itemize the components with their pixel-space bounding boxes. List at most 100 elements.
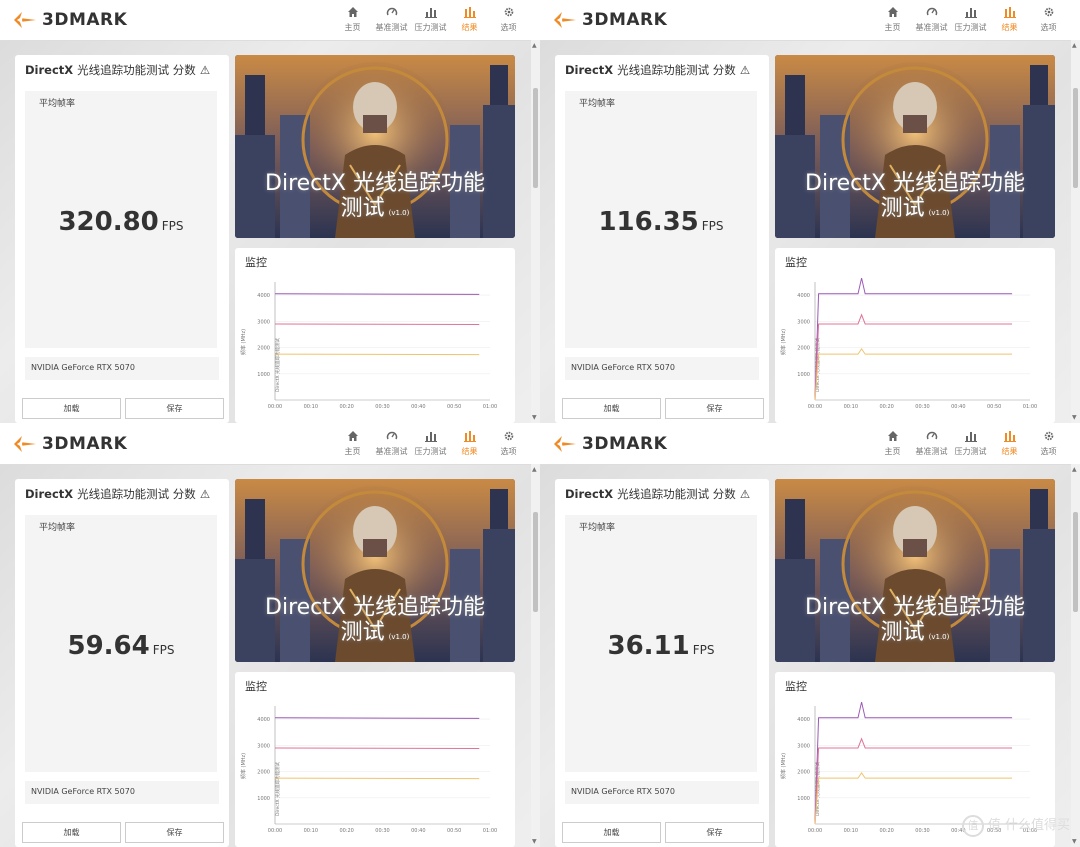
nav-item-home[interactable]: 主页 <box>873 4 912 33</box>
series-line <box>814 701 1013 825</box>
nav-label: 基准测试 <box>915 447 948 456</box>
logo-text: 3DMARK <box>42 10 128 30</box>
nav-item-results-bars[interactable]: 结果 <box>990 4 1029 33</box>
avg-fps-label: 平均帧率 <box>39 99 76 109</box>
nav-label: 压力测试 <box>414 23 447 32</box>
scrollbar[interactable]: ▲ ▼ <box>1071 40 1080 423</box>
save-button[interactable]: 保存 <box>125 398 224 419</box>
scroll-thumb[interactable] <box>1073 88 1078 188</box>
scroll-up-icon[interactable]: ▲ <box>1072 42 1077 49</box>
scroll-down-icon[interactable]: ▼ <box>1072 414 1077 421</box>
scroll-down-icon[interactable]: ▼ <box>532 414 537 421</box>
nav-item-stress-bars[interactable]: 压力测试 <box>951 428 990 457</box>
nav-label: 压力测试 <box>954 23 987 32</box>
nav-item-results-bars[interactable]: 结果 <box>990 428 1029 457</box>
save-button[interactable]: 保存 <box>665 398 764 419</box>
scroll-down-icon[interactable]: ▼ <box>1072 838 1077 845</box>
nav-item-home[interactable]: 主页 <box>873 428 912 457</box>
fps-unit: FPS <box>161 219 184 233</box>
load-button[interactable]: 加载 <box>562 822 661 843</box>
x-tick: 00:40 <box>951 404 965 410</box>
scroll-up-icon[interactable]: ▲ <box>532 42 537 49</box>
nav-item-stress-bars[interactable]: 压力测试 <box>951 4 990 33</box>
series-line <box>274 353 480 356</box>
scroll-up-icon[interactable]: ▲ <box>1072 466 1077 473</box>
monitor-card: 监控 1000 2000 3000 4000 00:00 00:10 00:20 00:30 00… <box>235 672 515 847</box>
nav-item-home[interactable]: 主页 <box>333 4 372 33</box>
nav-item-gauge[interactable]: 基准测试 <box>372 4 411 33</box>
nav-item-gear[interactable]: 选项 <box>1029 428 1068 457</box>
3dmark-flame-icon <box>554 12 576 28</box>
load-button[interactable]: 加载 <box>562 398 661 419</box>
scroll-down-icon[interactable]: ▼ <box>532 838 537 845</box>
gpu-name: NVIDIA GeForce RTX 5070 <box>31 787 135 796</box>
hero-title: DirectX 光线追踪功能 <box>805 595 1025 620</box>
scroll-thumb[interactable] <box>1073 512 1078 612</box>
scrollbar[interactable]: ▲ ▼ <box>531 40 540 423</box>
save-button[interactable]: 保存 <box>665 822 764 843</box>
score-panel: 平均帧率 59.64 FPS <box>25 515 217 772</box>
nav-item-gauge[interactable]: 基准测试 <box>912 428 951 457</box>
x-tick: 00:50 <box>447 828 461 834</box>
nav-label: 选项 <box>1040 447 1057 456</box>
gpu-name: NVIDIA GeForce RTX 5070 <box>571 363 675 372</box>
nav-label: 主页 <box>344 23 361 32</box>
y-tick: 4000 <box>797 293 810 299</box>
nav-item-gear[interactable]: 选项 <box>489 4 528 33</box>
nav-item-gear[interactable]: 选项 <box>1029 4 1068 33</box>
x-tick: 01:00 <box>483 404 497 410</box>
nav-item-stress-bars[interactable]: 压力测试 <box>411 428 450 457</box>
y-tick: 3000 <box>797 319 810 325</box>
x-tick: 00:20 <box>879 404 893 410</box>
avg-fps-label: 平均帧率 <box>579 523 616 533</box>
hero-version: (v1.0) <box>928 209 950 217</box>
monitor-card: 监控 1000 2000 3000 4000 00:00 00:10 00:20 00:30 00… <box>235 248 515 423</box>
nav-item-results-bars[interactable]: 结果 <box>450 428 489 457</box>
logo-text: 3DMARK <box>582 434 668 454</box>
gauge-icon <box>372 4 411 20</box>
x-tick: 01:00 <box>483 828 497 834</box>
nav-label: 基准测试 <box>915 23 948 32</box>
x-tick: 00:00 <box>268 828 282 834</box>
y-axis-label: 频率 (MHz) <box>240 753 247 779</box>
nav-item-stress-bars[interactable]: 压力测试 <box>411 4 450 33</box>
scroll-up-icon[interactable]: ▲ <box>532 466 537 473</box>
main-nav: 主页 基准测试 压力测试 结果 选项 <box>873 428 1068 457</box>
fps-value: 116.35 FPS <box>565 207 757 237</box>
app-logo: 3DMARK <box>12 6 127 34</box>
load-button[interactable]: 加载 <box>22 822 121 843</box>
series-line <box>814 277 1013 401</box>
x-tick: 00:30 <box>375 828 389 834</box>
scroll-thumb[interactable] <box>533 88 538 188</box>
gpu-name-row: NVIDIA GeForce RTX 5070 <box>565 357 759 380</box>
scrollbar[interactable]: ▲ ▼ <box>531 464 540 847</box>
app-logo: 3DMARK <box>552 430 667 458</box>
scroll-thumb[interactable] <box>533 512 538 612</box>
gauge-icon <box>372 428 411 444</box>
nav-item-results-bars[interactable]: 结果 <box>450 4 489 33</box>
results-bars-icon <box>450 4 489 20</box>
home-icon <box>873 428 912 444</box>
score-title: DirectX 光线追踪功能测试 分数 ⚠ <box>25 487 211 501</box>
scrollbar[interactable]: ▲ ▼ <box>1071 464 1080 847</box>
nav-item-gauge[interactable]: 基准测试 <box>912 4 951 33</box>
y-tick: 4000 <box>797 717 810 723</box>
main-nav: 主页 基准测试 压力测试 结果 选项 <box>873 4 1068 33</box>
save-button[interactable]: 保存 <box>125 822 224 843</box>
fps-unit: FPS <box>152 643 175 657</box>
fps-unit: FPS <box>692 643 715 657</box>
monitor-title: 监控 <box>245 256 267 269</box>
gauge-icon <box>912 4 951 20</box>
nav-item-gauge[interactable]: 基准测试 <box>372 428 411 457</box>
score-panel: 平均帧率 116.35 FPS <box>565 91 757 348</box>
nav-item-gear[interactable]: 选项 <box>489 428 528 457</box>
x-tick: 00:20 <box>339 828 353 834</box>
nav-label: 基准测试 <box>375 447 408 456</box>
load-button[interactable]: 加载 <box>22 398 121 419</box>
nav-item-home[interactable]: 主页 <box>333 428 372 457</box>
home-icon <box>333 428 372 444</box>
fps-unit: FPS <box>701 219 724 233</box>
fps-number: 59.64 <box>67 631 150 661</box>
3dmark-flame-icon <box>14 12 36 28</box>
nav-label: 结果 <box>461 447 478 456</box>
